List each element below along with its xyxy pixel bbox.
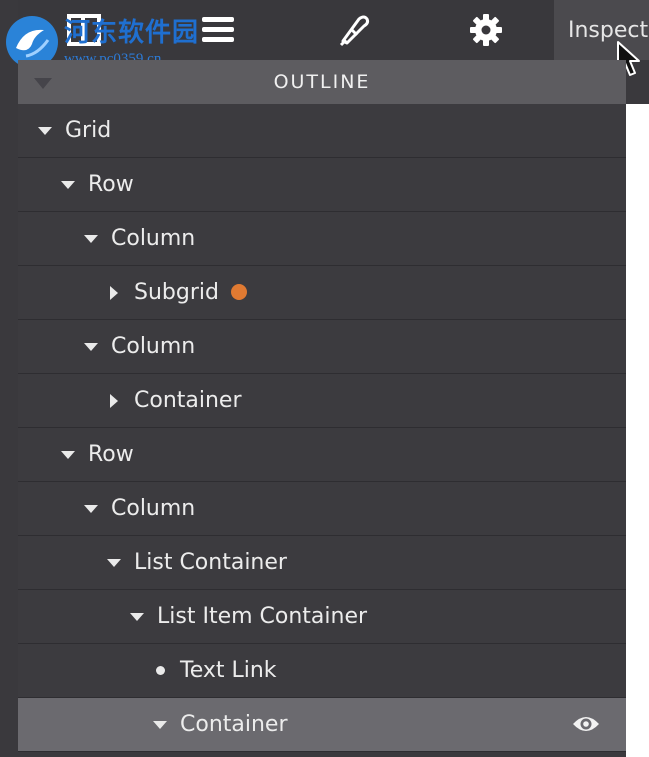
outline-item-label: Column — [111, 496, 196, 521]
outline-title: OUTLINE — [273, 71, 371, 93]
outline-item-label: List Container — [134, 550, 287, 575]
outline-item[interactable]: Grid — [18, 104, 626, 158]
gear-icon[interactable] — [468, 12, 504, 48]
outline-item[interactable]: List Item Container — [18, 590, 626, 644]
outline-header[interactable]: OUTLINE — [18, 60, 626, 104]
watermark: 河东软件园 www.pc0359.cn — [0, 4, 230, 68]
outline-item-label: Subgrid — [134, 280, 219, 305]
tab-inspect-label: Inspect — [568, 17, 649, 43]
expand-triangle-icon[interactable] — [150, 698, 170, 751]
eye-icon[interactable] — [572, 714, 600, 734]
collapsed-triangle-icon[interactable] — [104, 266, 124, 319]
outline-tree: Grid Row Column Subgrid Column Container Row Co… — [18, 104, 626, 752]
outline-item[interactable]: Column — [18, 212, 626, 266]
outline-item-label: Column — [111, 334, 196, 359]
expand-triangle-icon[interactable] — [81, 482, 101, 535]
outline-item-label: List Item Container — [157, 604, 368, 629]
outline-item-label: Row — [88, 172, 134, 197]
brush-icon[interactable] — [336, 12, 372, 48]
expand-triangle-icon[interactable] — [104, 536, 124, 589]
expand-triangle-icon[interactable] — [58, 428, 78, 481]
expand-triangle-icon[interactable] — [81, 212, 101, 265]
expand-triangle-icon[interactable] — [81, 320, 101, 373]
outline-item[interactable]: Column — [18, 482, 626, 536]
outline-item-label: Grid — [65, 118, 112, 143]
bullet-icon — [150, 644, 170, 697]
outline-item-label: Text Link — [180, 658, 277, 683]
outline-item-label: Column — [111, 226, 196, 251]
expand-triangle-icon[interactable] — [58, 158, 78, 211]
outline-item[interactable]: Row — [18, 158, 626, 212]
outline-item[interactable]: Container — [18, 698, 626, 752]
outline-item[interactable]: List Container — [18, 536, 626, 590]
canvas-preview-area — [626, 104, 649, 757]
watermark-title: 河东软件园 — [64, 18, 200, 48]
collapse-triangle-icon[interactable] — [34, 78, 52, 89]
outline-item-label: Row — [88, 442, 134, 467]
outline-item[interactable]: Column — [18, 320, 626, 374]
outline-item[interactable]: Subgrid — [18, 266, 626, 320]
outline-item[interactable]: Container — [18, 374, 626, 428]
collapsed-triangle-icon[interactable] — [104, 374, 124, 427]
outline-item-label: Container — [180, 712, 288, 737]
expand-triangle-icon[interactable] — [127, 590, 147, 643]
left-edge-panel — [0, 0, 18, 757]
modified-badge-dot — [230, 284, 247, 300]
outline-item[interactable]: Text Link — [18, 644, 626, 698]
expand-triangle-icon[interactable] — [35, 104, 55, 157]
outline-item-label: Container — [134, 388, 242, 413]
outline-item[interactable]: Row — [18, 428, 626, 482]
